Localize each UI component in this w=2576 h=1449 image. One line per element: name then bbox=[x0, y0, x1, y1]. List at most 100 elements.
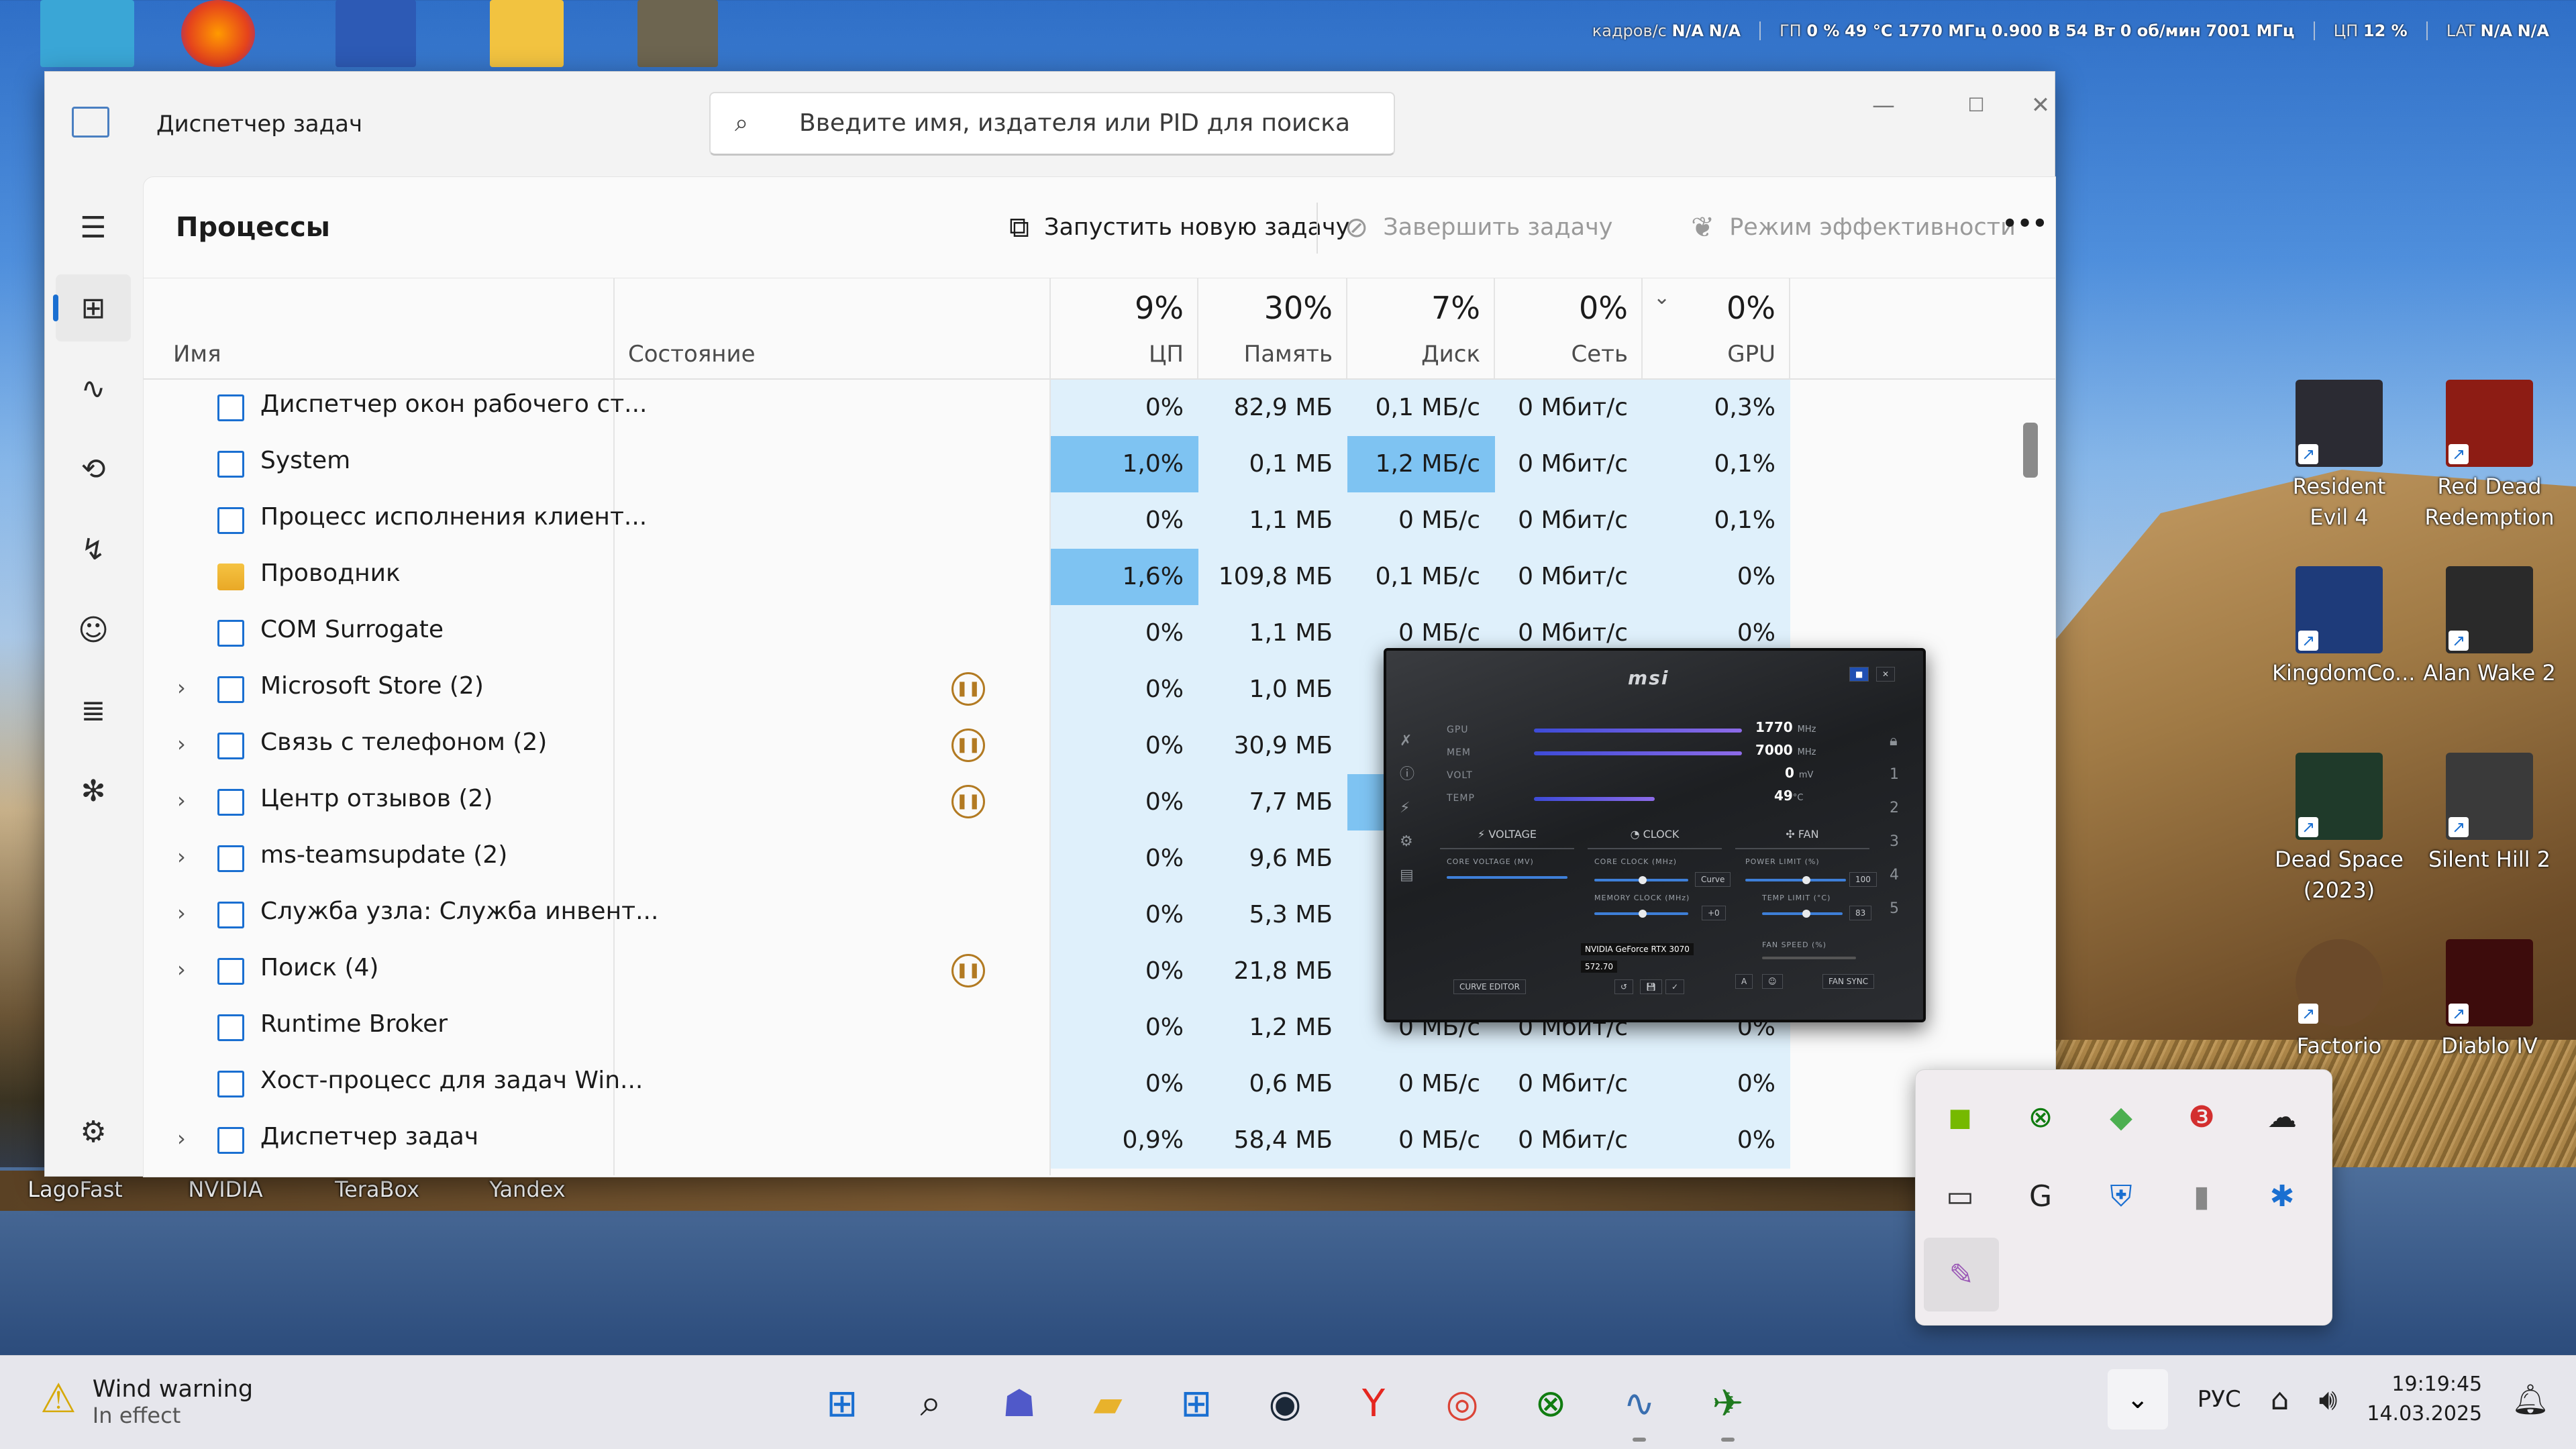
msi-core-clock-knob[interactable] bbox=[1639, 876, 1647, 884]
msi-user-fan-icon[interactable]: ☺ bbox=[1762, 974, 1783, 989]
desktop-icon-kingdom-come[interactable]: ↗ KingdomCo... bbox=[2272, 566, 2415, 688]
defender-icon[interactable]: ⛨ bbox=[2097, 1172, 2145, 1220]
desktop-top-icon-3[interactable] bbox=[336, 0, 416, 67]
process-row[interactable]: › Диспетчер задач 0,9% 58,4 МБ 0 МБ/с 0 Мбит/… bbox=[144, 1112, 2036, 1169]
desktop-icon-red-dead-redemption[interactable]: ↗ Red Dead Redemption bbox=[2422, 380, 2557, 533]
desktop-icon-resident-evil-4[interactable]: ↗ Resident Evil 4 bbox=[2272, 380, 2406, 533]
folder-icon[interactable] bbox=[490, 0, 564, 67]
game-icon[interactable]: ◆ bbox=[2097, 1093, 2145, 1141]
process-row[interactable]: Проводник 1,6% 109,8 МБ 0,1 МБ/с 0 Мбит/с 0% bbox=[144, 549, 2036, 605]
end-task-button[interactable]: ⊘ Завершить задачу bbox=[1345, 211, 1612, 244]
expand-chevron-icon[interactable]: › bbox=[177, 675, 186, 700]
msi-apply-icon[interactable]: ✓ bbox=[1665, 979, 1685, 994]
nav-details-icon[interactable]: ≣ bbox=[56, 677, 131, 744]
microsoft-store-icon[interactable]: ⊞ bbox=[1166, 1373, 1227, 1434]
search-box[interactable]: ⌕ bbox=[709, 92, 1395, 156]
steam-icon[interactable]: ◉ bbox=[1255, 1373, 1315, 1434]
desktop-icon-terabox[interactable]: TeraBox bbox=[310, 1174, 444, 1205]
msi-memory-clock-knob[interactable] bbox=[1639, 910, 1647, 918]
scrollbar[interactable] bbox=[2020, 386, 2041, 1175]
column-network[interactable]: 0% Сеть bbox=[1495, 278, 1643, 378]
search-icon[interactable]: ⌕ bbox=[900, 1373, 961, 1434]
msi-minimize-button[interactable]: ■ bbox=[1849, 667, 1869, 682]
desktop-top-icon-1[interactable] bbox=[40, 0, 134, 67]
xbox-icon[interactable]: ⊗ bbox=[1521, 1373, 1581, 1434]
show-hidden-icons-chevron-icon[interactable]: ⌄ bbox=[2107, 1369, 2168, 1430]
msi-power-limit-slider[interactable] bbox=[1745, 879, 1846, 881]
volume-icon[interactable]: 🔊︎ bbox=[2319, 1383, 2338, 1417]
msi-close-button[interactable]: ✕ bbox=[1876, 667, 1896, 682]
column-cpu[interactable]: 9% ЦП bbox=[1051, 278, 1198, 378]
msi-auto-fan-icon[interactable]: A bbox=[1735, 974, 1753, 989]
monitor-icon[interactable]: ▭ bbox=[1936, 1172, 1984, 1220]
msi-curve-button[interactable]: Curve bbox=[1695, 872, 1731, 887]
expand-chevron-icon[interactable]: › bbox=[177, 957, 186, 982]
menu-icon[interactable]: ☰ bbox=[56, 194, 131, 261]
column-memory[interactable]: 30% Память bbox=[1198, 278, 1347, 378]
xbox-icon[interactable]: ⊗ bbox=[2016, 1093, 2065, 1141]
nav-processes-icon[interactable]: ⊞ bbox=[53, 274, 131, 341]
expand-chevron-icon[interactable]: › bbox=[177, 731, 186, 757]
expand-chevron-icon[interactable]: › bbox=[177, 844, 186, 869]
file-explorer-icon[interactable]: ▰ bbox=[1078, 1373, 1138, 1434]
weather-widget[interactable]: ⚠ Wind warning In effect bbox=[40, 1372, 253, 1428]
msi-k-boost-icon[interactable]: ✗ bbox=[1400, 724, 1420, 758]
msi-monitor-icon[interactable]: ▤ bbox=[1400, 859, 1420, 892]
firefox-icon[interactable] bbox=[181, 0, 255, 67]
task-manager-taskbar-icon[interactable]: ∿ bbox=[1609, 1373, 1669, 1442]
msi-profile-2[interactable]: 2 bbox=[1890, 792, 1910, 825]
steelseries-icon[interactable]: ❸ bbox=[2177, 1093, 2226, 1141]
msi-fan-sync-button[interactable]: FAN SYNC bbox=[1822, 974, 1875, 989]
desktop-icon-silent-hill-2[interactable]: ↗ Silent Hill 2 bbox=[2422, 753, 2557, 875]
efficiency-mode-button[interactable]: ❦ Режим эффективности bbox=[1691, 211, 2016, 244]
scrollbar-thumb[interactable] bbox=[2023, 423, 2038, 478]
maximize-button[interactable]: ☐ bbox=[1936, 85, 2016, 125]
nav-performance-icon[interactable]: ∿ bbox=[56, 355, 131, 422]
nav-history-icon[interactable]: ⟲ bbox=[56, 435, 131, 502]
language-indicator[interactable]: РУС bbox=[2198, 1386, 2241, 1413]
msi-profile-3[interactable]: 3 bbox=[1890, 825, 1910, 859]
column-status[interactable]: Состояние bbox=[613, 278, 1051, 378]
teams-icon[interactable]: ☗ bbox=[989, 1373, 1049, 1434]
expand-chevron-icon[interactable]: › bbox=[177, 900, 186, 926]
cloud-off-icon[interactable]: ☁ bbox=[2258, 1093, 2306, 1141]
desktop-icon-dead-space[interactable]: ↗ Dead Space (2023) bbox=[2272, 753, 2406, 906]
minimize-button[interactable]: — bbox=[1843, 85, 1924, 125]
msi-tab-fan[interactable]: ✣ FAN bbox=[1735, 821, 1869, 849]
settings-icon[interactable]: ⚙ bbox=[56, 1098, 131, 1165]
desktop-icon-factorio[interactable]: ↗ Factorio bbox=[2272, 939, 2406, 1061]
nav-startup-icon[interactable]: ↯ bbox=[56, 516, 131, 583]
desktop-icon-yandex[interactable]: Yandex bbox=[460, 1174, 595, 1205]
msi-profile-5[interactable]: 5 bbox=[1890, 892, 1910, 926]
process-row[interactable]: System 1,0% 0,1 МБ 1,2 МБ/с 0 Мбит/с 0,1% bbox=[144, 436, 2036, 492]
desktop-top-icon-5[interactable] bbox=[637, 0, 718, 67]
yandex-browser-icon[interactable]: Y bbox=[1343, 1373, 1404, 1434]
nav-services-icon[interactable]: ✻ bbox=[56, 757, 131, 824]
msi-memory-clock-value[interactable]: +0 bbox=[1702, 906, 1726, 920]
process-row[interactable]: Процесс исполнения клиент... 0% 1,1 МБ 0 МБ… bbox=[144, 492, 2036, 549]
feather-icon[interactable]: ✎ bbox=[1924, 1238, 1999, 1311]
msi-settings-icon[interactable]: ⚙ bbox=[1400, 825, 1420, 859]
msi-info-icon[interactable]: ⓘ bbox=[1400, 758, 1420, 792]
start-icon[interactable]: ⊞ bbox=[812, 1373, 872, 1434]
ghub-icon[interactable]: G bbox=[2016, 1172, 2065, 1220]
run-new-task-button[interactable]: ⧉ Запустить новую задачу bbox=[1009, 211, 1349, 244]
more-options-button[interactable]: ••• bbox=[2002, 211, 2047, 237]
chrome-icon[interactable]: ◎ bbox=[1432, 1373, 1492, 1434]
nav-users-icon[interactable]: ☺ bbox=[56, 596, 131, 663]
msi-lock-icon[interactable]: 🔒︎ bbox=[1890, 724, 1910, 758]
msi-power-limit-knob[interactable] bbox=[1802, 876, 1810, 884]
afterburner-taskbar-icon[interactable]: ✈ bbox=[1698, 1373, 1758, 1442]
msi-tab-clock[interactable]: ◔ CLOCK bbox=[1588, 821, 1722, 849]
desktop-icon-diablo-iv[interactable]: ↗ Diablo IV bbox=[2422, 939, 2557, 1061]
msi-profile-4[interactable]: 4 bbox=[1890, 859, 1910, 892]
msi-temp-limit-value[interactable]: 83 bbox=[1849, 906, 1872, 920]
msi-temp-limit-knob[interactable] bbox=[1802, 910, 1810, 918]
app-icon[interactable]: ▮ bbox=[2177, 1172, 2226, 1220]
bluetooth-icon[interactable]: ✱ bbox=[2258, 1172, 2306, 1220]
nvidia-icon[interactable]: ◼ bbox=[1936, 1093, 1984, 1141]
msi-profile-1[interactable]: 1 bbox=[1890, 758, 1910, 792]
column-gpu[interactable]: ⌄ 0% GPU bbox=[1643, 278, 1790, 378]
process-row[interactable]: Диспетчер окон рабочего ст... 0% 82,9 МБ 0,… bbox=[144, 380, 2036, 436]
msi-tab-voltage[interactable]: ⚡ VOLTAGE bbox=[1440, 821, 1574, 849]
